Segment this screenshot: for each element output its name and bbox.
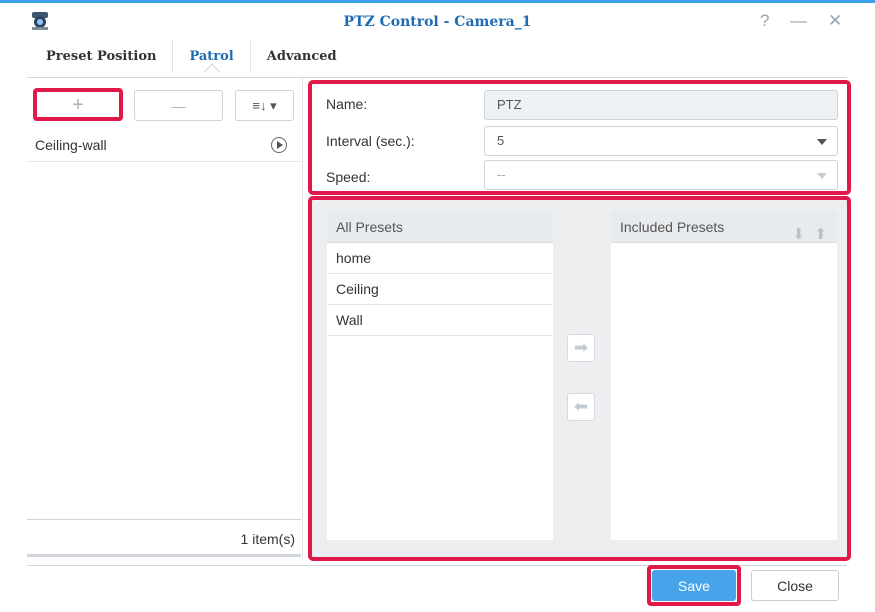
title-bar: PTZ Control - Camera_1 ? — ✕	[0, 3, 875, 39]
tab-preset-position[interactable]: Preset Position	[30, 41, 174, 72]
window-title: PTZ Control - Camera_1	[343, 14, 532, 30]
remove-from-included-button[interactable]: ⬅	[567, 393, 595, 421]
remove-patrol-button[interactable]: —	[134, 90, 223, 121]
patrol-item-name: Ceiling-wall	[35, 136, 107, 153]
add-button-highlight	[33, 88, 123, 121]
included-presets-list: Included Presets ⬇ ⬆	[611, 211, 837, 540]
minus-icon: —	[171, 97, 186, 114]
move-down-icon[interactable]: ⬇	[792, 219, 805, 251]
sort-button[interactable]: ≡↓ ▾	[235, 90, 294, 121]
all-presets-header: All Presets	[327, 211, 553, 243]
item-count: 1 item(s)	[240, 531, 295, 547]
tab-advanced[interactable]: Advanced	[251, 41, 353, 72]
move-up-icon[interactable]: ⬆	[814, 219, 827, 251]
interval-select[interactable]: 5	[484, 126, 838, 156]
preset-row-home[interactable]: home	[327, 243, 553, 274]
patrol-list-item[interactable]: Ceiling-wall	[27, 128, 301, 162]
name-value: PTZ	[497, 97, 522, 112]
all-presets-list: All Presets home Ceiling Wall	[327, 211, 553, 540]
chevron-down-icon	[817, 173, 827, 179]
tab-bar: Preset Position Patrol Advanced	[30, 41, 353, 72]
minimize-icon[interactable]: —	[790, 11, 807, 31]
save-button-highlight	[647, 565, 741, 606]
chevron-down-icon	[817, 139, 827, 145]
interval-value: 5	[497, 133, 505, 148]
included-presets-header: Included Presets	[620, 219, 725, 235]
name-field[interactable]: PTZ	[484, 90, 838, 120]
arrow-left-icon: ⬅	[573, 397, 589, 416]
included-presets-header-bar: Included Presets ⬇ ⬆	[611, 211, 837, 243]
speed-value: --	[497, 167, 506, 182]
arrow-right-icon: ➡	[573, 338, 589, 357]
preset-row-ceiling[interactable]: Ceiling	[327, 274, 553, 305]
presets-highlight: All Presets home Ceiling Wall ➡ ⬅ Includ…	[308, 196, 851, 561]
add-to-included-button[interactable]: ➡	[567, 334, 595, 362]
tab-patrol[interactable]: Patrol	[173, 41, 251, 72]
panel-divider	[302, 78, 303, 560]
patrol-list-panel: + — ≡↓ ▾ Ceiling-wall 1 item(s)	[27, 78, 301, 560]
sort-icon: ≡↓ ▾	[252, 97, 277, 113]
speed-label: Speed:	[326, 169, 371, 185]
speed-select[interactable]: --	[484, 160, 838, 190]
help-icon[interactable]: ?	[760, 11, 769, 31]
name-label: Name:	[326, 96, 368, 112]
patrol-list-footer: 1 item(s)	[27, 519, 301, 557]
preset-row-wall[interactable]: Wall	[327, 305, 553, 336]
close-window-icon[interactable]: ✕	[828, 11, 842, 31]
close-button[interactable]: Close	[751, 570, 839, 601]
play-icon[interactable]	[271, 137, 287, 153]
interval-label: Interval (sec.):	[326, 133, 415, 149]
